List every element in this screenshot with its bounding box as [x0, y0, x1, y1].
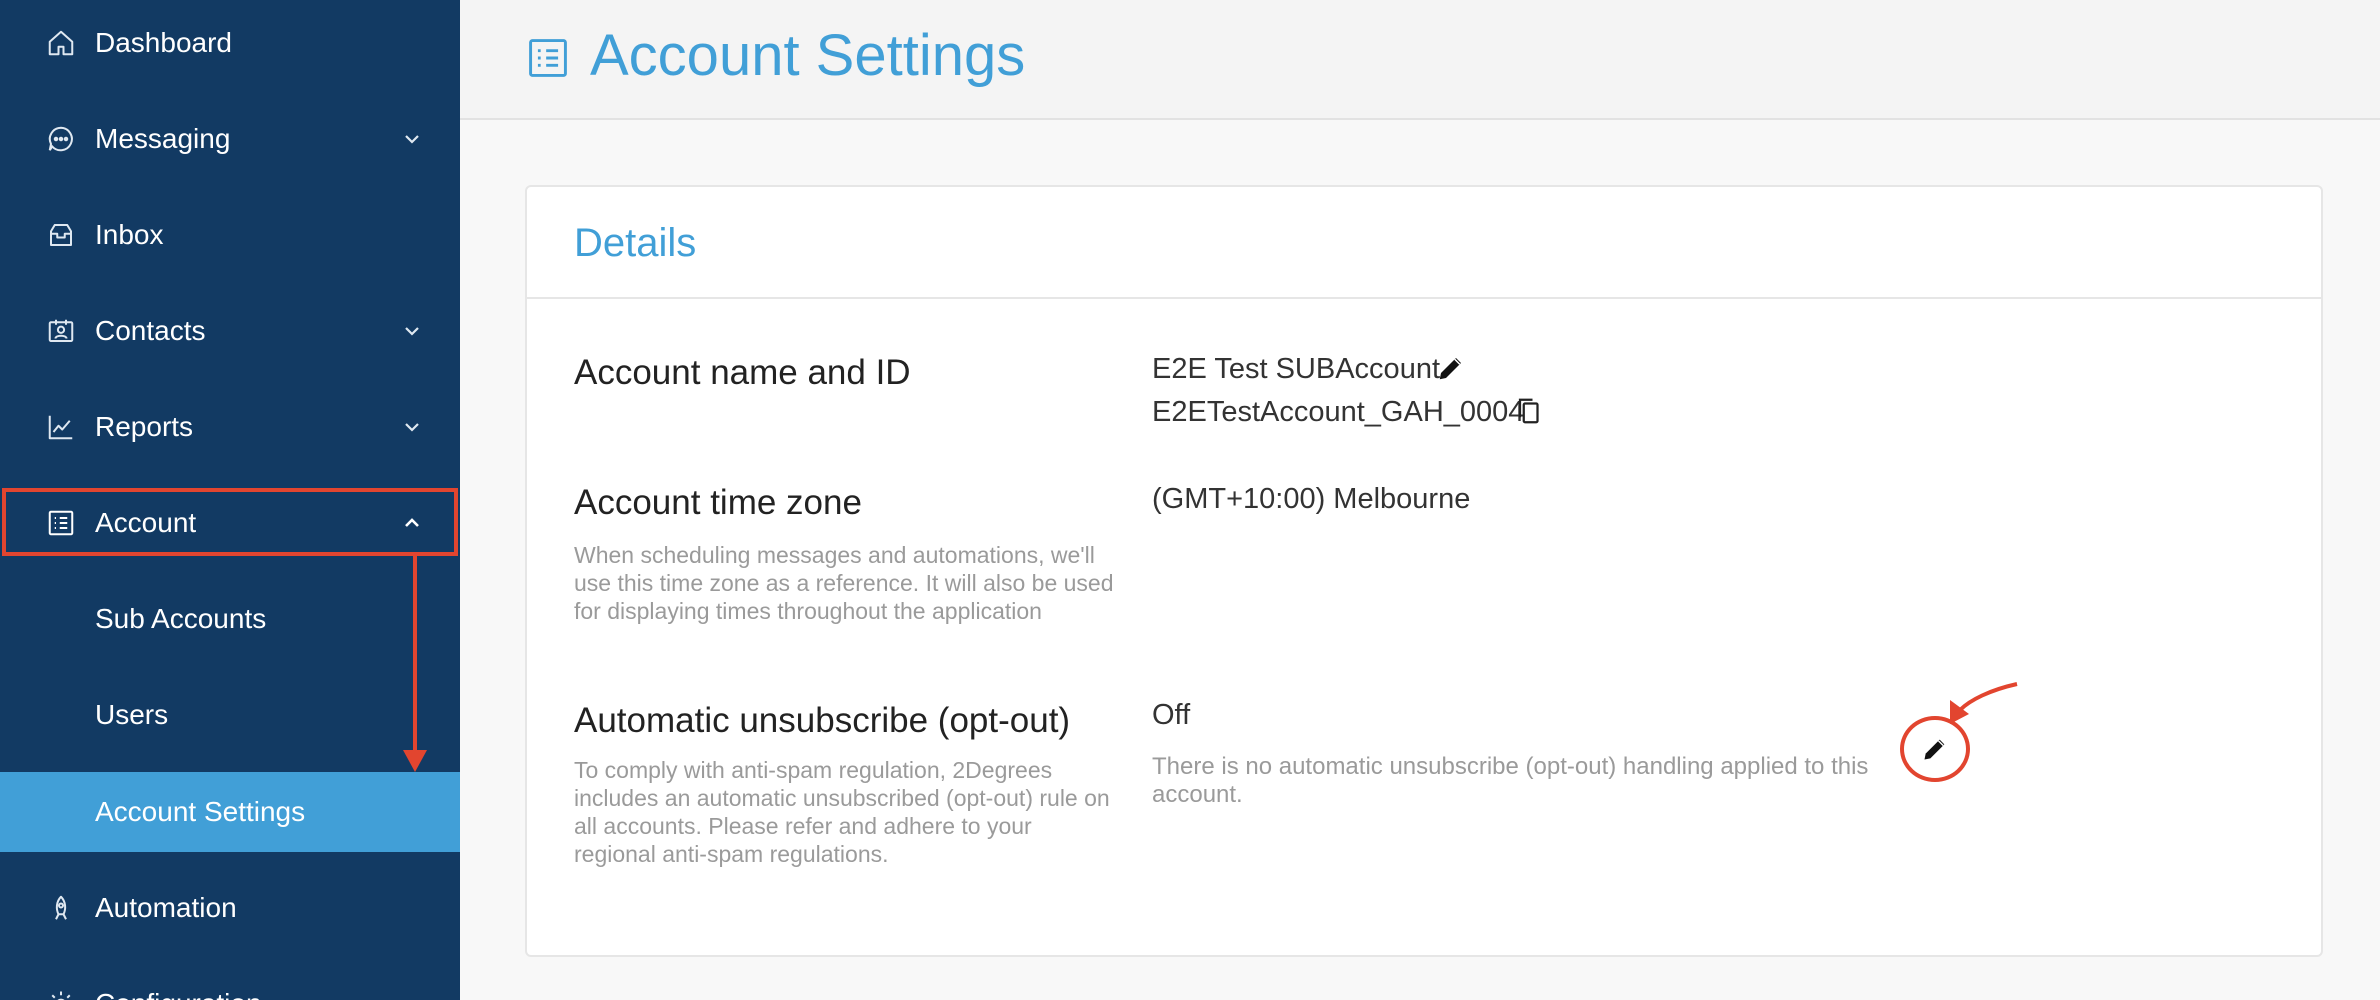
sidebar-item-label: Account — [95, 507, 197, 538]
inbox-icon — [50, 224, 72, 246]
time-zone-value: (GMT+10:00) Melbourne — [1152, 483, 1471, 515]
sidebar-item-label: Reports — [95, 411, 194, 442]
chevron-down-icon — [405, 423, 419, 432]
opt-out-value-description: There is no automatic unsubscribe (opt-o… — [1152, 753, 1869, 808]
sidebar-item-messaging[interactable]: Messaging — [0, 99, 460, 179]
chat-icon — [48, 126, 73, 152]
sidebar-item-label: Contacts — [95, 315, 206, 346]
account-name-value: E2E Test SUBAccount — [1152, 353, 1441, 385]
sidebar-item-label: Configuration — [95, 988, 262, 1000]
chevron-up-icon — [405, 518, 419, 527]
sidebar-item-account-settings[interactable]: Account Settings — [0, 772, 460, 852]
sidebar-item-automation[interactable]: Automation — [0, 868, 460, 948]
sidebar: Dashboard Messaging Inbox Contacts Repor… — [0, 0, 460, 1000]
details-card: Details Account name and ID E2E Test SUB… — [525, 185, 2323, 957]
sidebar-item-label: Messaging — [95, 123, 231, 154]
opt-out-value: Off — [1152, 699, 1191, 731]
list-icon — [529, 39, 567, 77]
sidebar-item-label: Sub Accounts — [95, 603, 267, 634]
card-header: Details — [527, 187, 2321, 299]
sidebar-item-reports[interactable]: Reports — [0, 387, 460, 467]
account-name-label: Account name and ID — [574, 353, 911, 392]
automation-icon — [55, 895, 67, 920]
time-zone-description: When scheduling messages and automations… — [574, 542, 1114, 624]
opt-out-description: To comply with anti-spam regulation, 2De… — [574, 757, 1110, 867]
gear-icon — [51, 991, 71, 1000]
page-title: Account Settings — [590, 23, 1026, 88]
sidebar-item-account[interactable]: Account — [0, 483, 460, 563]
annotation-circle — [1900, 716, 1970, 782]
edit-name-icon[interactable] — [1436, 353, 1466, 383]
chevron-down-icon — [405, 135, 419, 144]
account-id-value: E2ETestAccount_GAH_0004 — [1152, 396, 1525, 428]
opt-out-label: Automatic unsubscribe (opt-out) — [574, 701, 1071, 740]
page-header: Account Settings — [460, 0, 2380, 120]
sidebar-item-sub-accounts[interactable]: Sub Accounts — [0, 579, 460, 659]
list-icon — [48, 510, 74, 536]
chart-icon — [48, 415, 73, 440]
time-zone-label: Account time zone — [574, 483, 862, 522]
home-icon — [48, 30, 74, 56]
sidebar-item-dashboard[interactable]: Dashboard — [0, 3, 460, 83]
sidebar-item-inbox[interactable]: Inbox — [0, 195, 460, 275]
sidebar-item-label: Dashboard — [95, 27, 232, 58]
sidebar-item-label: Inbox — [95, 219, 164, 250]
sidebar-item-label: Automation — [95, 892, 237, 923]
sidebar-item-label: Account Settings — [95, 796, 306, 827]
sidebar-item-label: Users — [95, 699, 169, 730]
card-title: Details — [574, 221, 697, 265]
chevron-down-icon — [405, 327, 419, 336]
sidebar-item-configuration[interactable]: Configuration — [0, 964, 460, 1000]
sidebar-item-users[interactable]: Users — [0, 675, 460, 755]
contacts-icon — [48, 319, 74, 342]
sidebar-item-contacts[interactable]: Contacts — [0, 291, 460, 371]
copy-icon[interactable] — [1515, 396, 1545, 426]
